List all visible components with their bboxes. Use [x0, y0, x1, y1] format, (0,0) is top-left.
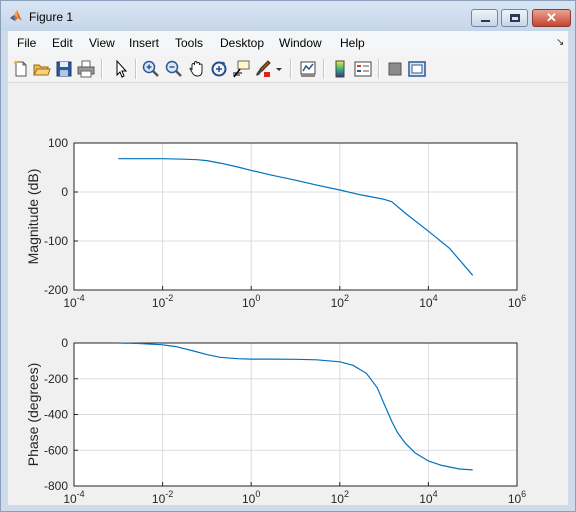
zoom-out-icon[interactable]	[164, 59, 184, 79]
brush-dropdown-icon[interactable]	[274, 59, 284, 79]
toolbar-separator	[378, 59, 380, 79]
x-tick-exponent: 0	[255, 489, 260, 499]
rotate-3d-icon[interactable]	[209, 59, 229, 79]
x-tick-label: 102	[331, 489, 349, 505]
x-tick-base: 10	[152, 492, 166, 505]
minimize-button[interactable]	[471, 9, 498, 27]
maximize-icon	[510, 14, 520, 22]
y-tick-label: 0	[61, 185, 68, 199]
menu-tools[interactable]: Tools	[175, 36, 203, 50]
link-plot-icon[interactable]	[298, 59, 318, 79]
x-tick-base: 10	[508, 492, 522, 505]
y-axis-label: Magnitude (dB)	[25, 169, 41, 265]
x-tick-base: 10	[63, 296, 77, 310]
insert-legend-icon[interactable]	[353, 59, 373, 79]
hide-plot-tools-icon[interactable]	[385, 59, 405, 79]
x-tick-label: 106	[508, 489, 526, 505]
y-tick-label: -100	[44, 234, 68, 248]
zoom-in-icon[interactable]	[141, 59, 161, 79]
x-tick-label: 10-2	[152, 489, 173, 505]
x-tick-exponent: 4	[433, 293, 438, 303]
menu-insert[interactable]: Insert	[129, 36, 159, 50]
x-tick-base: 10	[419, 492, 433, 505]
bode-plot: 10-4 10-2 100 102 104 1061000-100-200Magnitud…	[25, 136, 526, 505]
y-tick-label: -800	[44, 479, 68, 493]
figure-toolbar	[8, 55, 568, 83]
minimize-icon	[481, 20, 490, 22]
x-tick-exponent: 4	[433, 489, 438, 499]
menu-help[interactable]: Help	[340, 36, 365, 50]
window-title: Figure 1	[29, 10, 74, 24]
y-tick-label: -400	[44, 408, 68, 422]
figure-window: Figure 1 ✕ File Edit View Insert Tools D…	[0, 0, 576, 512]
x-tick-base: 10	[152, 296, 166, 310]
x-tick-label: 100	[242, 489, 260, 505]
x-tick-exponent: -2	[165, 489, 173, 499]
x-tick-label: 102	[331, 293, 349, 310]
x-tick-base: 10	[242, 296, 256, 310]
dock-arrow-icon[interactable]: ↘	[556, 37, 564, 48]
save-icon[interactable]	[54, 59, 74, 79]
x-tick-label: 104	[419, 293, 437, 310]
x-tick-base: 10	[331, 296, 345, 310]
x-tick-exponent: 2	[344, 293, 349, 303]
y-tick-label: -600	[44, 443, 68, 457]
toolbar-separator	[323, 59, 325, 79]
y-axis-label: Phase (degrees)	[25, 363, 41, 467]
menu-file[interactable]: File	[17, 36, 36, 50]
pan-hand-icon[interactable]	[187, 59, 207, 79]
insert-colorbar-icon[interactable]	[330, 59, 350, 79]
y-tick-label: -200	[44, 283, 68, 297]
show-plot-tools-icon[interactable]	[407, 59, 427, 79]
menu-bar: File Edit View Insert Tools Desktop Wind…	[8, 31, 568, 55]
new-figure-icon[interactable]	[11, 59, 31, 79]
x-tick-exponent: 6	[521, 489, 526, 499]
matlab-logo-icon	[10, 10, 22, 21]
x-tick-label: 10-2	[152, 293, 173, 310]
toolbar-separator	[101, 59, 103, 79]
x-tick-base: 10	[419, 296, 433, 310]
x-tick-exponent: 0	[255, 293, 260, 303]
x-tick-exponent: 2	[344, 489, 349, 499]
figure-canvas[interactable]: 10-4 10-2 100 102 104 106 100 0 -100 -200 Magnitud…	[8, 83, 568, 505]
menu-edit[interactable]: Edit	[52, 36, 73, 50]
y-tick-label: -200	[44, 372, 68, 386]
x-tick-label: 104	[419, 489, 437, 505]
menu-view[interactable]: View	[89, 36, 115, 50]
menu-desktop[interactable]: Desktop	[220, 36, 264, 50]
print-icon[interactable]	[76, 59, 96, 79]
y-tick-label: 100	[48, 136, 68, 150]
x-tick-label: 106	[508, 293, 526, 310]
magnitude-axes-background	[74, 143, 517, 290]
edit-plot-arrow-icon[interactable]	[111, 59, 131, 79]
close-icon: ✕	[546, 10, 557, 25]
close-button[interactable]: ✕	[532, 9, 571, 27]
x-tick-label: 100	[242, 293, 260, 310]
x-tick-exponent: -4	[77, 293, 85, 303]
x-tick-base: 10	[242, 492, 256, 505]
data-cursor-icon[interactable]	[231, 59, 251, 79]
x-tick-base: 10	[63, 492, 77, 505]
x-tick-base: 10	[331, 492, 345, 505]
title-bar[interactable]: Figure 1 ✕	[1, 1, 575, 31]
maximize-button[interactable]	[501, 9, 528, 27]
x-tick-exponent: -2	[165, 293, 173, 303]
x-tick-base: 10	[508, 296, 522, 310]
x-tick-exponent: -4	[77, 489, 85, 499]
y-tick-label: 0	[61, 336, 68, 350]
figure-client-area: File Edit View Insert Tools Desktop Wind…	[8, 31, 568, 505]
brush-icon[interactable]	[253, 59, 273, 79]
menu-window[interactable]: Window	[279, 36, 322, 50]
x-tick-exponent: 6	[521, 293, 526, 303]
toolbar-separator	[290, 59, 292, 79]
toolbar-separator	[135, 59, 137, 79]
open-file-icon[interactable]	[32, 59, 52, 79]
